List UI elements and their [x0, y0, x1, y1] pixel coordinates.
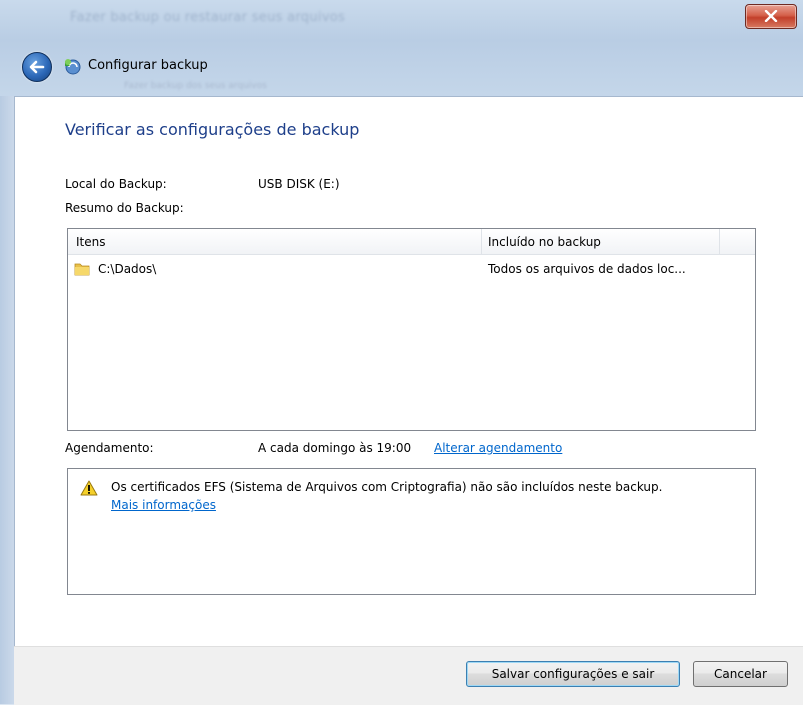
- schedule-value: A cada domingo às 19:00: [258, 441, 412, 455]
- backup-summary-table: Itens Incluído no backup C:\Dados\ Todos…: [67, 228, 756, 431]
- content-pane: Verificar as configurações de backup Loc…: [14, 96, 803, 647]
- table-row[interactable]: C:\Dados\ Todos os arquivos de dados loc…: [68, 259, 755, 281]
- change-schedule-link[interactable]: Alterar agendamento: [434, 441, 562, 455]
- save-settings-and-exit-button[interactable]: Salvar configurações e sair: [466, 661, 680, 687]
- nav-bar: Configurar backup Fazer backup dos seus …: [14, 50, 803, 94]
- title-bar: Fazer backup ou restaurar seus arquivos: [0, 0, 803, 44]
- button-bar: Salvar configurações e sair Cancelar: [14, 646, 803, 705]
- table-header: Itens Incluído no backup: [68, 229, 755, 255]
- table-cell-item: C:\Dados\: [98, 262, 157, 276]
- back-button[interactable]: [22, 52, 52, 82]
- back-arrow-icon: [29, 60, 45, 74]
- column-separator[interactable]: [481, 229, 482, 254]
- backup-location-label: Local do Backup:: [65, 177, 167, 191]
- backup-icon: [65, 59, 81, 75]
- nav-subtitle: Fazer backup dos seus arquivos: [124, 81, 267, 91]
- column-separator[interactable]: [719, 229, 720, 254]
- backup-summary-label: Resumo do Backup:: [65, 201, 184, 215]
- warning-box: Os certificados EFS (Sistema de Arquivos…: [67, 468, 756, 595]
- warning-icon: [80, 480, 98, 496]
- window-frame-left: [0, 96, 14, 704]
- close-button[interactable]: [745, 4, 797, 29]
- schedule-label: Agendamento:: [65, 441, 154, 455]
- warning-text: Os certificados EFS (Sistema de Arquivos…: [111, 480, 663, 494]
- window-title: Fazer backup ou restaurar seus arquivos: [70, 10, 346, 25]
- column-header-included[interactable]: Incluído no backup: [488, 235, 601, 249]
- close-icon: [764, 10, 778, 22]
- more-info-link[interactable]: Mais informações: [111, 498, 216, 512]
- backup-window: Fazer backup ou restaurar seus arquivos …: [0, 0, 803, 705]
- folder-icon: [74, 263, 90, 276]
- backup-location-value: USB DISK (E:): [258, 177, 340, 191]
- nav-title: Configurar backup: [88, 58, 208, 73]
- page-title: Verificar as configurações de backup: [65, 120, 360, 139]
- table-cell-included: Todos os arquivos de dados loc...: [488, 262, 686, 276]
- cancel-button[interactable]: Cancelar: [693, 661, 788, 687]
- column-header-items[interactable]: Itens: [76, 235, 105, 249]
